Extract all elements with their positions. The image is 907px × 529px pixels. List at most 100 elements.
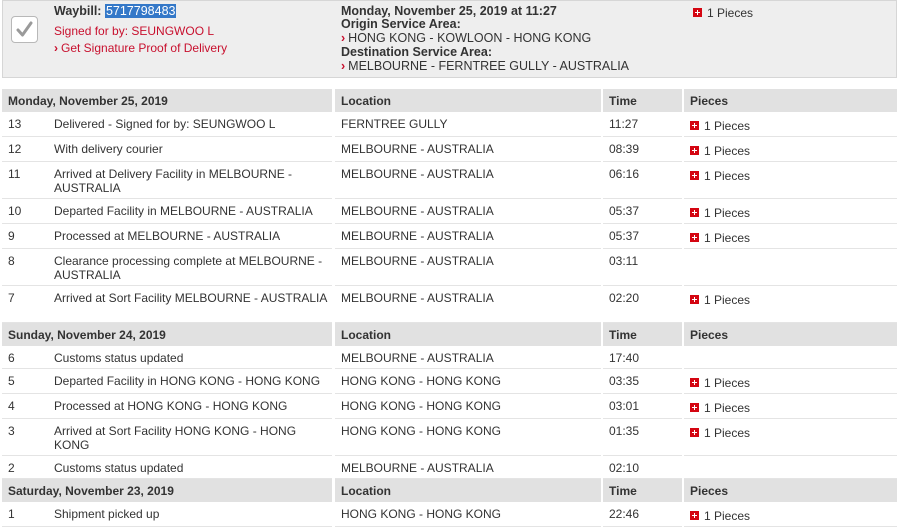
column-header-pieces: Pieces (684, 479, 897, 502)
event-pieces[interactable]: 1 Pieces (690, 426, 750, 440)
event-row: 11 Arrived at Delivery Facility in MELBOU… (2, 163, 897, 199)
event-row: 8 Clearance processing complete at MELBOU… (2, 250, 897, 286)
plus-square-icon[interactable] (690, 233, 699, 243)
destination-value: › MELBOURNE - FERNTREE GULLY - AUSTRALIA (341, 59, 629, 73)
column-header-location: Location (335, 479, 601, 502)
signature-proof-link[interactable]: › Get Signature Proof of Delivery (54, 41, 227, 55)
plus-square-icon[interactable] (690, 511, 699, 521)
column-header-location: Location (335, 323, 601, 346)
summary-pieces-label: 1 Pieces (707, 6, 754, 20)
destination-label: Destination Service Area: (341, 45, 492, 59)
date-header: Monday, November 25, 2019 (2, 89, 332, 112)
event-time: 11:27 (603, 113, 682, 137)
plus-square-icon[interactable] (690, 378, 699, 388)
origin-value: › HONG KONG - KOWLOON - HONG KONG (341, 31, 591, 45)
event-cell: 2 Customs status updated (2, 457, 332, 479)
date-header-row: Monday, November 25, 2019 Location Time Pie… (2, 89, 897, 112)
event-cell: 1 Shipment picked up (2, 503, 332, 527)
signed-for-text: Signed for by: SEUNGWOO L (54, 24, 215, 38)
event-description: Delivered - Signed for by: SEUNGWOO L (54, 117, 276, 131)
event-pieces[interactable]: 1 Pieces (690, 509, 750, 523)
event-row: 5 Departed Facility in HONG KONG - HONG K… (2, 370, 897, 394)
event-description: Arrived at Delivery Facility in MELBOURN… (54, 167, 293, 195)
plus-square-icon[interactable] (690, 295, 699, 305)
event-number: 1 (8, 507, 15, 521)
event-time: 01:35 (603, 420, 682, 456)
plus-square-icon[interactable] (690, 121, 699, 131)
chevron-right-icon: › (341, 31, 346, 45)
event-pieces-label: 1 Pieces (704, 206, 751, 220)
event-number: 13 (8, 117, 22, 131)
event-time: 03:35 (603, 370, 682, 394)
event-row: 10 Departed Facility in MELBOURNE - AUSTR… (2, 200, 897, 224)
event-pieces[interactable]: 1 Pieces (690, 144, 750, 158)
event-number: 9 (8, 229, 15, 243)
event-cell: 5 Departed Facility in HONG KONG - HONG K… (2, 370, 332, 394)
event-row: 9 Processed at MELBOURNE - AUSTRALIA MELBO… (2, 225, 897, 249)
event-pieces[interactable]: 1 Pieces (690, 206, 750, 220)
event-row: 7 Arrived at Sort Facility MELBOURNE - AU… (2, 287, 897, 323)
column-header-time: Time (603, 89, 682, 112)
event-pieces-label: 1 Pieces (704, 231, 751, 245)
event-cell: 7 Arrived at Sort Facility MELBOURNE - AU… (2, 287, 332, 323)
column-header-time: Time (603, 479, 682, 502)
event-pieces-cell (684, 457, 897, 479)
plus-square-icon[interactable] (690, 403, 699, 413)
event-pieces[interactable]: 1 Pieces (690, 169, 750, 183)
signature-proof-label: Get Signature Proof of Delivery (61, 41, 228, 55)
event-number: 2 (8, 461, 15, 475)
event-pieces-cell: 1 Pieces (684, 395, 897, 419)
plus-square-icon[interactable] (690, 171, 699, 181)
event-number: 5 (8, 374, 15, 388)
date-header: Saturday, November 23, 2019 (2, 479, 332, 502)
plus-square-icon[interactable] (690, 208, 699, 218)
event-cell: 10 Departed Facility in MELBOURNE - AUSTR… (2, 200, 332, 224)
event-row: 1 Shipment picked up HONG KONG - HONG KONG… (2, 503, 897, 527)
plus-square-icon[interactable] (690, 146, 699, 156)
event-row: 3 Arrived at Sort Facility HONG KONG - HO… (2, 420, 897, 456)
event-time: 02:10 (603, 457, 682, 479)
event-location: MELBOURNE - AUSTRALIA (335, 138, 601, 162)
event-location: MELBOURNE - AUSTRALIA (335, 163, 601, 199)
event-time: 03:11 (603, 250, 682, 286)
event-row: 6 Customs status updated MELBOURNE - AUSTR… (2, 347, 897, 369)
event-time: 05:37 (603, 200, 682, 224)
event-number: 10 (8, 204, 22, 218)
event-cell: 8 Clearance processing complete at MELBOU… (2, 250, 332, 286)
event-pieces[interactable]: 1 Pieces (690, 231, 750, 245)
event-row: 4 Processed at HONG KONG - HONG KONG HONG … (2, 395, 897, 419)
event-description: With delivery courier (54, 142, 163, 156)
event-pieces[interactable]: 1 Pieces (690, 401, 750, 415)
waybill-number[interactable]: 5717798483 (104, 4, 177, 18)
event-row: 12 With delivery courier MELBOURNE - AUSTR… (2, 138, 897, 162)
chevron-right-icon: › (54, 41, 58, 55)
event-pieces-cell (684, 347, 897, 369)
event-cell: 13 Delivered - Signed for by: SEUNGWOO L (2, 113, 332, 137)
event-time: 17:40 (603, 347, 682, 369)
event-number: 3 (8, 424, 15, 438)
event-pieces-cell (684, 250, 897, 286)
event-pieces[interactable]: 1 Pieces (690, 119, 750, 133)
event-description: Shipment picked up (54, 507, 160, 521)
delivered-checkmark-icon (11, 16, 38, 43)
plus-square-icon[interactable] (693, 8, 702, 18)
event-pieces-label: 1 Pieces (704, 426, 751, 440)
event-location: HONG KONG - HONG KONG (335, 503, 601, 527)
date-header-row: Sunday, November 24, 2019 Location Time Pie… (2, 323, 897, 346)
event-time: 05:37 (603, 225, 682, 249)
origin-value-text: HONG KONG - KOWLOON - HONG KONG (348, 31, 592, 45)
plus-square-icon[interactable] (690, 428, 699, 438)
event-cell: 9 Processed at MELBOURNE - AUSTRALIA (2, 225, 332, 249)
event-pieces-label: 1 Pieces (704, 509, 751, 523)
event-pieces[interactable]: 1 Pieces (690, 376, 750, 390)
event-pieces-cell: 1 Pieces (684, 420, 897, 456)
event-time: 02:20 (603, 287, 682, 323)
event-pieces-cell: 1 Pieces (684, 503, 897, 527)
destination-value-text: MELBOURNE - FERNTREE GULLY - AUSTRALIA (348, 59, 630, 73)
event-location: MELBOURNE - AUSTRALIA (335, 457, 601, 479)
event-location: HONG KONG - HONG KONG (335, 395, 601, 419)
summary-pieces[interactable]: 1 Pieces (693, 6, 753, 20)
event-pieces[interactable]: 1 Pieces (690, 293, 750, 307)
event-cell: 3 Arrived at Sort Facility HONG KONG - HO… (2, 420, 332, 456)
event-number: 4 (8, 399, 15, 413)
